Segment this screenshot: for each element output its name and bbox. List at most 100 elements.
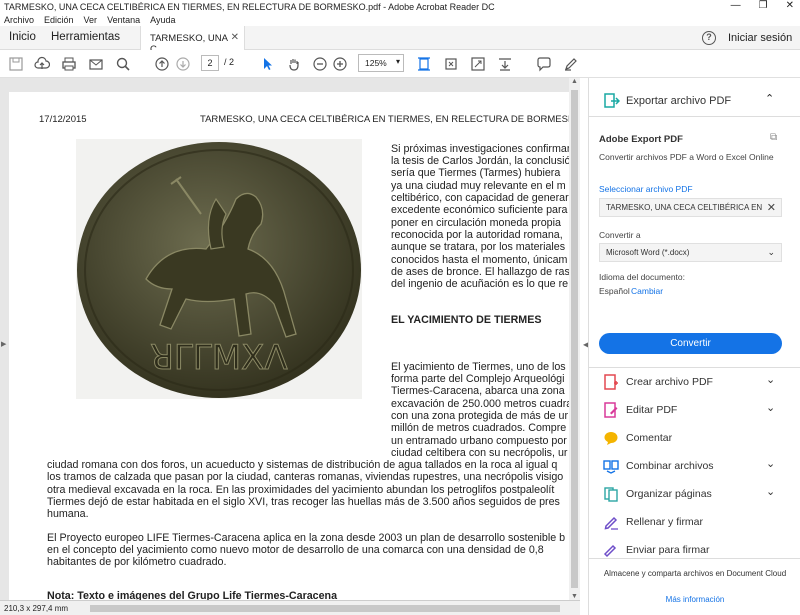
tool-edit-pdf[interactable]: Editar PDF ⌄ <box>589 398 800 424</box>
zoom-in-icon[interactable] <box>331 55 349 73</box>
coin-inscription: ꓤΓΓΜΧΛ <box>150 338 287 378</box>
chevron-down-icon: ⌄ <box>766 458 776 470</box>
select-file-link[interactable]: Seleccionar archivo PDF <box>599 184 693 194</box>
close-window-button[interactable]: ✕ <box>786 0 794 11</box>
export-description: Convertir archivos PDF a Word o Excel On… <box>599 152 774 162</box>
close-tab-icon[interactable]: ✕ <box>231 32 239 43</box>
edit-pdf-icon <box>604 402 618 418</box>
page-header-title: TARMESKO, UNA CECA CELTIBÉRICA EN TIERME… <box>200 114 571 125</box>
footer-text: Almacene y comparta archivos en Document… <box>603 569 787 578</box>
page-up-icon[interactable] <box>153 55 171 73</box>
menu-archivo[interactable]: Archivo <box>4 15 34 25</box>
upload-icon[interactable] <box>33 55 51 73</box>
horizontal-scrollbar-thumb[interactable] <box>90 605 560 612</box>
fill-sign-icon <box>604 516 618 530</box>
document-viewport[interactable]: 17/12/2015 TARMESKO, UNA CECA CELTIBÉRIC… <box>0 78 580 600</box>
chevron-up-icon[interactable]: ⌃ <box>765 92 774 105</box>
window-title: TARMESKO, UNA CECA CELTIBÉRICA EN TIERME… <box>4 2 495 12</box>
clear-file-icon[interactable]: ✕ <box>767 201 776 214</box>
zoom-out-icon[interactable] <box>311 55 329 73</box>
tool-label: Editar PDF <box>626 404 678 416</box>
chevron-down-icon: ▾ <box>395 57 400 66</box>
zoom-select[interactable]: 125% ▾ <box>358 54 404 72</box>
tool-label: Enviar para firmar <box>626 544 710 556</box>
text-line: aunque se tratara, por los materiales <box>391 241 566 253</box>
copy-icon[interactable]: ⧉ <box>770 132 777 143</box>
page-size: 210,3 x 297,4 mm <box>4 604 69 613</box>
hand-icon[interactable] <box>285 55 303 73</box>
menu-ayuda[interactable]: Ayuda <box>150 15 175 25</box>
text-line: reconocida por la autoridad romana, <box>391 229 563 241</box>
tool-comment[interactable]: Comentar <box>589 426 800 452</box>
tool-label: Organizar páginas <box>626 488 712 500</box>
tab-bar: Inicio Herramientas TARMESKO, UNA C... ✕… <box>0 26 800 55</box>
tab-home[interactable]: Inicio <box>9 31 36 43</box>
tool-fill-sign[interactable]: Rellenar y firmar <box>589 510 800 536</box>
more-info-link[interactable]: Más información <box>589 595 800 604</box>
combine-files-icon <box>603 460 619 474</box>
format-select[interactable]: Microsoft Word (*.docx) ⌄ <box>599 243 782 262</box>
pen-icon[interactable] <box>562 55 580 73</box>
tool-combine-files[interactable]: Combinar archivos ⌄ <box>589 454 800 480</box>
page-header-date: 17/12/2015 <box>39 114 87 125</box>
language-value: Español <box>599 286 630 296</box>
save-icon[interactable] <box>7 55 25 73</box>
tool-label: Comentar <box>626 432 673 444</box>
text-line: excedente económico suficiente para <box>391 204 568 216</box>
text-line: un entramado urbano compuesto por <box>391 435 567 447</box>
minimize-button[interactable]: — <box>731 0 741 11</box>
status-bar: 210,3 x 297,4 mm <box>0 600 580 615</box>
chevron-down-icon: ⌄ <box>766 374 776 386</box>
scroll-up-icon[interactable]: ▲ <box>571 78 578 85</box>
help-icon[interactable]: ? <box>702 31 716 45</box>
convert-button[interactable]: Convertir <box>599 333 782 354</box>
menu-ventana[interactable]: Ventana <box>107 15 140 25</box>
text-line: excavación de 250.000 metros cuadra <box>391 398 571 410</box>
vertical-scrollbar[interactable]: ▲ ▼ <box>569 78 580 600</box>
text-line: sería que Tiermes (Tarmes) hubiera <box>391 167 561 179</box>
chevron-down-icon: ⌄ <box>766 402 776 414</box>
selected-file-field[interactable]: TARMESKO, UNA CECA CELTIBÉRICA EN ✕ <box>599 198 782 217</box>
signin-link[interactable]: Iniciar sesión <box>728 32 792 44</box>
divider <box>589 116 800 117</box>
menubar: Archivo Edición Ver Ventana Ayuda <box>0 14 800 26</box>
organize-pages-icon <box>604 487 618 502</box>
comment-icon[interactable] <box>535 55 553 73</box>
menu-edicion[interactable]: Edición <box>44 15 74 25</box>
text-line: poner en circulación moneda propia <box>391 217 561 229</box>
text-line: millón de metros cuadrados. Compre <box>391 422 567 434</box>
maximize-button[interactable]: ❐ <box>759 0 768 11</box>
text-line: con una zona protegida de más de ur <box>391 410 569 422</box>
text-line: de ases de bronce. El hallazgo de ras <box>391 266 570 278</box>
left-panel-toggle-icon[interactable]: ▶ <box>1 340 6 348</box>
tool-label: Rellenar y firmar <box>626 516 704 528</box>
tab-tools[interactable]: Herramientas <box>51 31 120 43</box>
text-line: Si próximas investigaciones confirman <box>391 143 571 155</box>
scroll-mode-icon[interactable] <box>496 55 514 73</box>
language-label: Idioma del documento: <box>599 272 685 282</box>
export-pdf-header[interactable]: Exportar archivo PDF <box>626 95 731 107</box>
tab-document[interactable]: TARMESKO, UNA C... ✕ <box>140 26 245 55</box>
rotate-icon[interactable] <box>442 55 460 73</box>
tool-organize-pages[interactable]: Organizar páginas ⌄ <box>589 482 800 508</box>
scrollbar-thumb[interactable] <box>571 90 578 588</box>
email-icon[interactable] <box>87 55 105 73</box>
change-language-link[interactable]: Cambiar <box>631 286 663 296</box>
divider <box>589 367 800 368</box>
text-line: forma parte del Complejo Arqueológi <box>391 373 565 385</box>
fit-page-icon[interactable] <box>415 55 433 73</box>
menu-ver[interactable]: Ver <box>84 15 98 25</box>
text-line: otra medieval excavada en la roca. En la… <box>47 484 555 496</box>
tool-create-pdf[interactable]: Crear archivo PDF ⌄ <box>589 370 800 396</box>
page-down-icon[interactable] <box>174 55 192 73</box>
select-cursor-icon[interactable] <box>258 55 276 73</box>
page-number-input[interactable]: 2 <box>201 55 219 71</box>
pdf-page: 17/12/2015 TARMESKO, UNA CECA CELTIBÉRIC… <box>9 92 571 600</box>
text-line: Tiermes-Caracena, abarca una zona <box>391 385 565 397</box>
convert-to-label: Convertir a <box>599 230 641 240</box>
text-line: conocidos hasta el momento, únicam <box>391 254 568 266</box>
print-icon[interactable] <box>60 55 78 73</box>
fullscreen-icon[interactable] <box>469 55 487 73</box>
search-icon[interactable] <box>114 55 132 73</box>
scroll-down-icon[interactable]: ▼ <box>571 593 578 600</box>
